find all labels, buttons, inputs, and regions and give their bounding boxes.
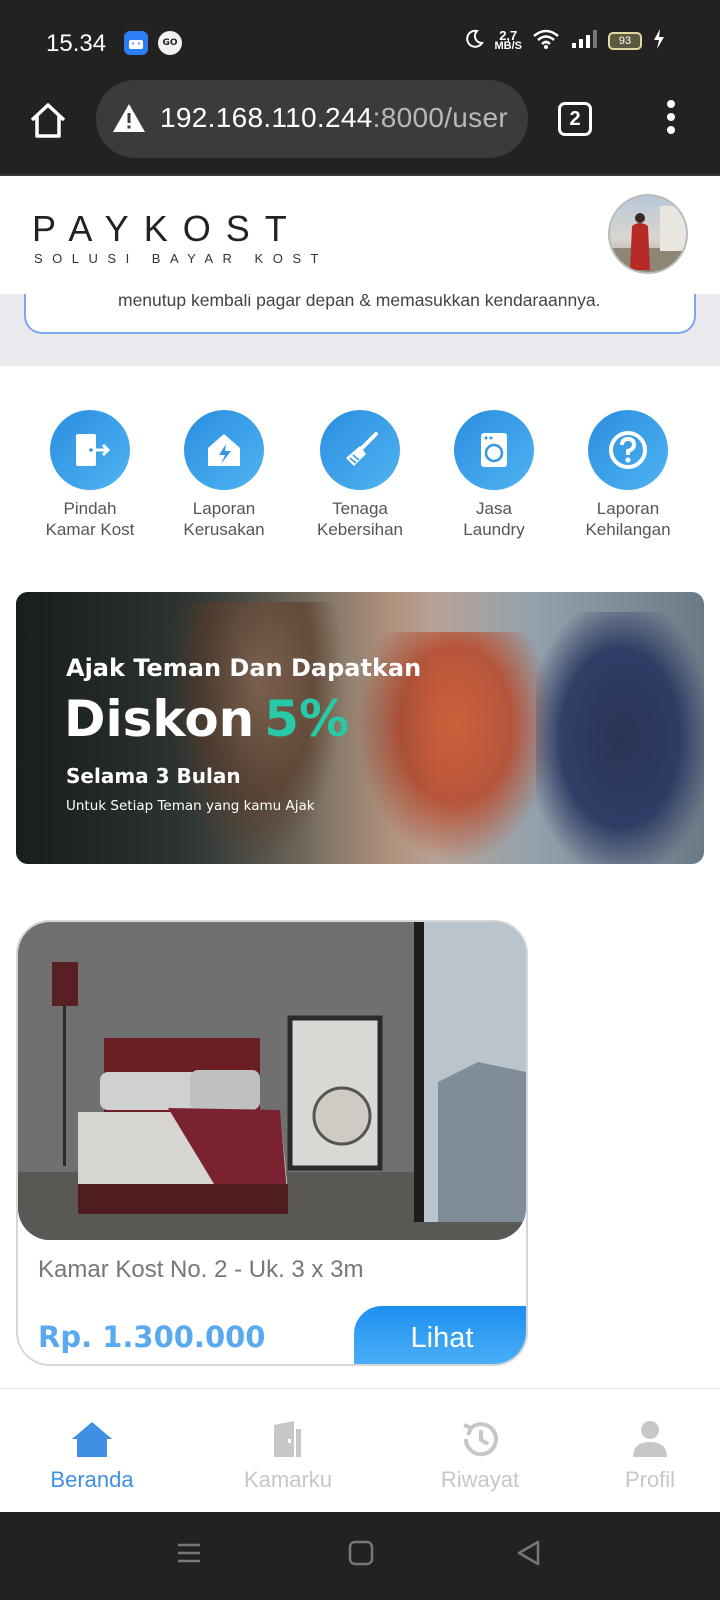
question-icon [609,431,647,469]
recent-apps-icon[interactable] [176,1540,202,1570]
service-pindah-kamar[interactable]: Pindah Kamar Kost [28,410,152,540]
promo-banner[interactable]: Ajak Teman Dan Dapatkan Diskon 5% Selama … [16,592,704,864]
service-tenaga-kebersihan[interactable]: Tenaga Kebersihan [298,410,422,540]
service-menu: Pindah Kamar Kost Laporan Kerusakan Tenaga… [0,410,720,550]
banner-note: Untuk Setiap Teman yang kamu Ajak [66,798,315,814]
browser-toolbar: 192.168.110.244:8000/user 2 [0,78,720,176]
notice-section: menutup kembali pagar depan & memasukkan… [0,274,720,366]
banner-headline: Ajak Teman Dan Dapatkan [66,654,422,682]
url-text[interactable]: 192.168.110.244:8000/user [160,102,508,134]
nav-riwayat[interactable]: Riwayat [432,1419,528,1493]
history-icon [463,1422,498,1457]
tab-switcher-button[interactable]: 2 [558,102,592,136]
app-header: PAYKOST SOLUSI BAYAR KOST [0,178,720,294]
service-laporan-kehilangan[interactable]: Laporan Kehilangan [566,410,690,540]
status-time: 15.34 [46,30,107,57]
signal-icon [570,28,598,54]
banner-duration: Selama 3 Bulan [66,764,241,788]
banner-photo-person [536,612,704,864]
nav-profil[interactable]: Profil [614,1419,686,1493]
logo-subtitle: SOLUSI BAYAR KOST [34,251,328,266]
room-price: Rp. 1.300.000 [38,1320,266,1354]
room-photo [18,922,526,1240]
browser-home-button[interactable] [26,98,70,142]
service-laporan-kerusakan[interactable]: Laporan Kerusakan [162,410,286,540]
room-door-icon [274,1421,301,1457]
network-speed: 2,7 MB/S [494,28,523,52]
broom-icon [346,432,378,466]
system-navigation-bar [0,1512,720,1600]
banner-discount: Diskon 5% [64,690,350,748]
washing-machine-icon [481,433,507,467]
warning-icon[interactable] [112,102,146,134]
browser-menu-button[interactable] [664,100,678,140]
system-home-icon[interactable] [348,1540,374,1570]
address-bar[interactable]: 192.168.110.244:8000/user [96,80,528,158]
user-icon [633,1421,667,1457]
wifi-icon [532,28,560,54]
room-card[interactable]: Kamar Kost No. 2 - Uk. 3 x 3m Rp. 1.300.… [16,920,528,1366]
status-indicators: 2,7 MB/S 93 [463,28,667,54]
room-title: Kamar Kost No. 2 - Uk. 3 x 3m [38,1256,364,1283]
go-app-notification-icon: GO [158,31,182,55]
moon-icon [463,28,485,54]
door-exit-icon [76,434,111,466]
service-jasa-laundry[interactable]: Jasa Laundry [432,410,556,540]
house-damage-icon [208,434,240,466]
android-notification-icon [124,31,148,55]
status-bar: 15.34 GO 2,7 MB/S 93 [0,0,720,78]
nav-kamarku[interactable]: Kamarku [234,1419,342,1493]
nav-beranda[interactable]: Beranda [44,1419,140,1493]
home-outline-icon [30,103,66,138]
charging-icon [652,28,666,54]
banner-discount-value: 5% [264,690,350,748]
bottom-navigation: Beranda Kamarku Riwayat Profil [0,1388,720,1512]
avatar[interactable] [608,194,688,274]
home-icon [72,1422,112,1457]
battery-indicator: 93 [608,32,642,50]
logo-title: PAYKOST [32,208,302,249]
view-room-button[interactable]: Lihat [354,1306,526,1364]
system-back-icon[interactable] [516,1540,542,1570]
